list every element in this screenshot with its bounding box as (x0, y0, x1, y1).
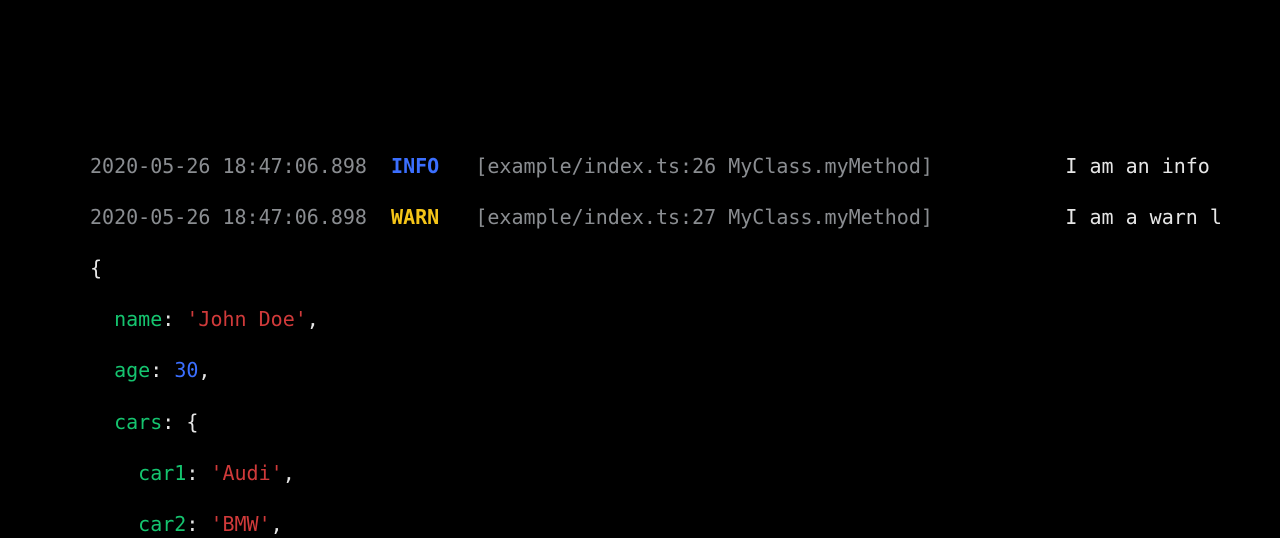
timestamp: 2020-05-26 18:47:06.898 (90, 205, 367, 229)
log-source: [example/index.ts:26 MyClass.myMethod] (475, 154, 933, 178)
json-open-brace: { (90, 256, 1280, 282)
json-open-brace: { (186, 410, 198, 434)
json-key: car2 (138, 512, 186, 536)
log-message: I am an info (1065, 154, 1222, 178)
json-key: car1 (138, 461, 186, 485)
json-prop: car1: 'Audi', (90, 461, 1280, 487)
json-prop: age: 30, (90, 358, 1280, 384)
log-level-info: INFO (391, 154, 439, 178)
log-line-info: 2020-05-26 18:47:06.898 INFO [example/in… (90, 154, 1280, 180)
json-prop: name: 'John Doe', (90, 307, 1280, 333)
json-value: 'Audi' (210, 461, 282, 485)
json-key: cars (114, 410, 162, 434)
json-prop: car2: 'BMW', (90, 512, 1280, 538)
json-value: 30 (174, 358, 198, 382)
timestamp: 2020-05-26 18:47:06.898 (90, 154, 367, 178)
log-level-warn: WARN (391, 205, 439, 229)
log-line-warn: 2020-05-26 18:47:06.898 WARN [example/in… (90, 205, 1280, 231)
terminal-output: 2020-05-26 18:47:06.898 INFO [example/in… (0, 128, 1280, 538)
json-value: 'BMW' (210, 512, 270, 536)
log-message: I am a warn l (1065, 205, 1222, 229)
json-key: age (114, 358, 150, 382)
json-prop: cars: { (90, 410, 1280, 436)
log-source: [example/index.ts:27 MyClass.myMethod] (475, 205, 933, 229)
json-value: 'John Doe' (186, 307, 306, 331)
json-key: name (114, 307, 162, 331)
